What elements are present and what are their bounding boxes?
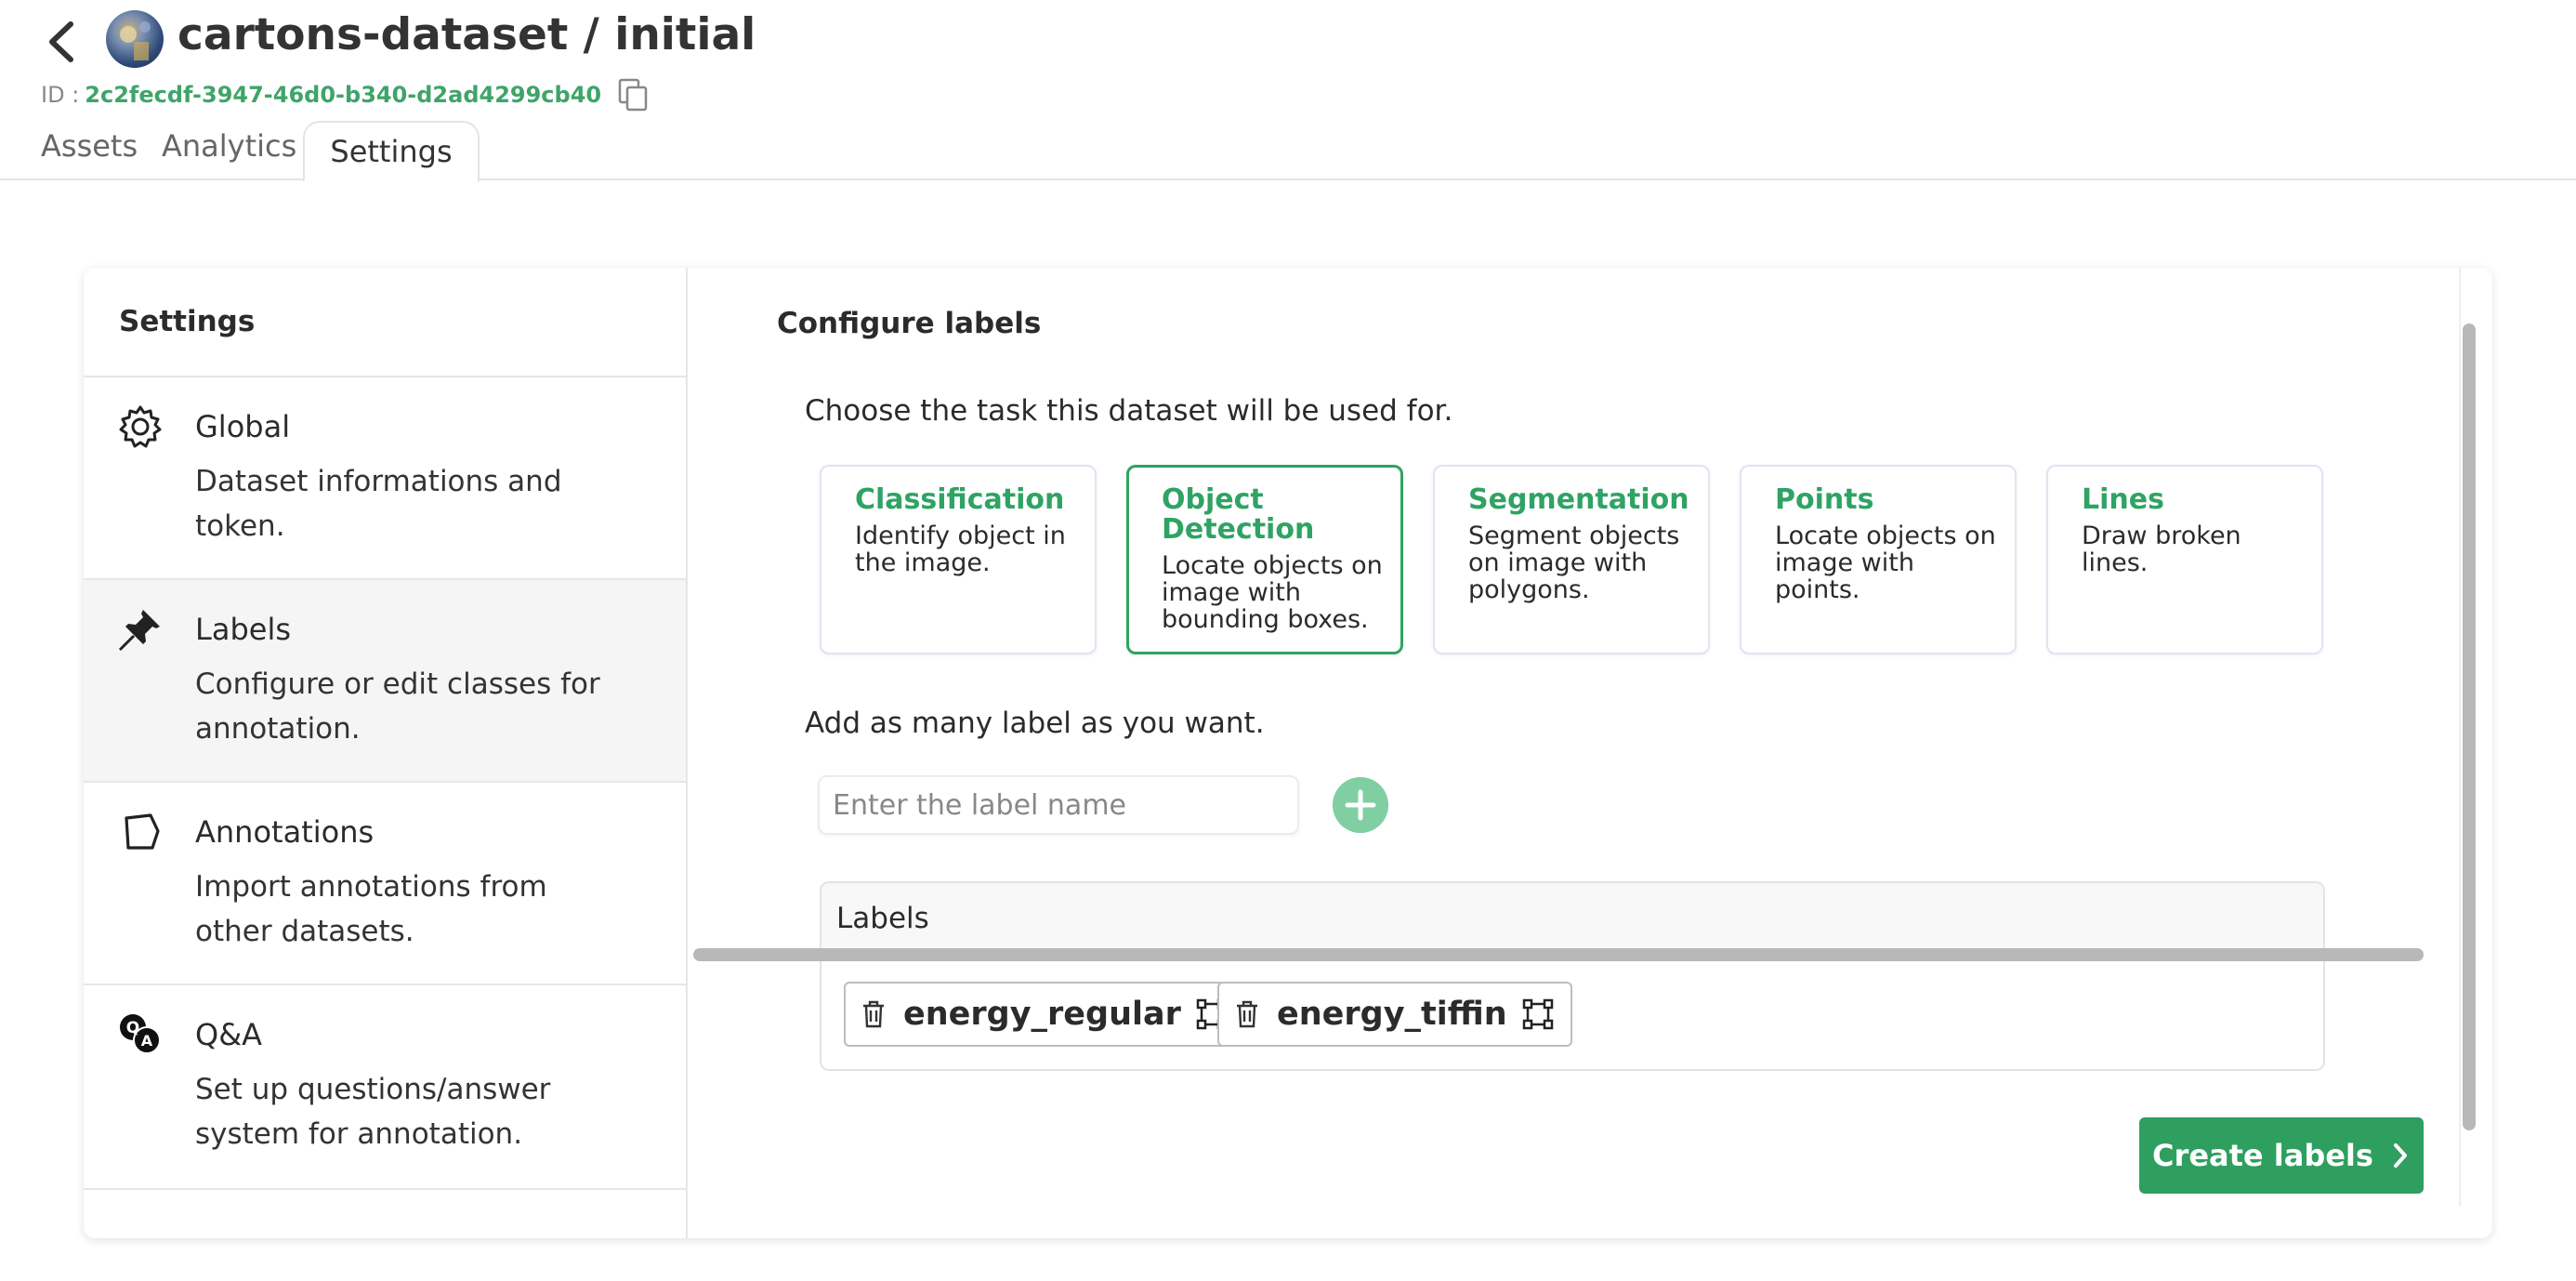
- settings-card: Settings Global Dataset informations and…: [84, 268, 2492, 1238]
- task-description: Identify object in the image.: [855, 522, 1066, 577]
- dataset-id-row: ID : 2c2fecdf-3947-46d0-b340-d2ad4299cb4…: [41, 78, 648, 112]
- sidebar-item-description: Set up questions/answer system for annot…: [195, 1073, 551, 1151]
- vertical-scrollbar[interactable]: [2463, 324, 2476, 1130]
- add-labels-text: Add as many label as you want.: [805, 707, 1265, 740]
- chevron-right-icon: [2393, 1143, 2407, 1168]
- task-card-lines[interactable]: Lines Draw broken lines.: [2046, 465, 2323, 654]
- add-label-button[interactable]: [1333, 777, 1388, 833]
- task-card-object-detection[interactable]: Object Detection Locate objects on image…: [1126, 465, 1403, 654]
- polygon-icon: [125, 813, 160, 850]
- task-card-points[interactable]: Points Locate objects on image with poin…: [1740, 465, 2017, 654]
- page-title: cartons-dataset / initial: [177, 9, 756, 60]
- task-description: Draw broken lines.: [2082, 522, 2241, 577]
- task-card-segmentation[interactable]: Segmentation Segment objects on image wi…: [1433, 465, 1710, 654]
- trash-icon[interactable]: [1234, 999, 1260, 1029]
- label-chip: energy_regular: [844, 982, 1246, 1047]
- task-description: Locate objects on image with bounding bo…: [1162, 551, 1383, 634]
- sidebar-item-label: Labels: [195, 612, 291, 647]
- create-labels-label: Create labels: [2152, 1138, 2373, 1173]
- id-label: ID :: [41, 82, 80, 108]
- task-name: Classification: [855, 483, 1065, 516]
- task-description: Locate objects on image with points.: [1775, 522, 1996, 604]
- sidebar-item-description: Dataset informations and token.: [195, 465, 562, 543]
- sidebar-item-qa[interactable]: Q A Q&A Set up questions/answer system f…: [84, 984, 686, 1190]
- labels-list-box: Labels energy_regular energy_tiffin: [820, 881, 2325, 1071]
- sidebar-item-description: Import annotations from other datasets.: [195, 870, 547, 948]
- task-name: Segmentation: [1468, 483, 1689, 516]
- label-name: energy_regular: [903, 996, 1181, 1033]
- label-chip: energy_tiffin: [1217, 982, 1572, 1047]
- tab-bar: Assets Analytics Settings: [0, 115, 2576, 182]
- sidebar-item-label: Global: [195, 409, 291, 444]
- task-card-classification[interactable]: Classification Identify object in the im…: [820, 465, 1097, 654]
- horizontal-scrollbar[interactable]: [693, 948, 2424, 961]
- dataset-id-value: 2c2fecdf-3947-46d0-b340-d2ad4299cb40: [85, 82, 602, 108]
- dataset-avatar: [106, 10, 164, 68]
- labels-config-panel: Configure labels Choose the task this da…: [688, 268, 2492, 1238]
- label-name-input[interactable]: [818, 775, 1299, 835]
- gear-icon: [119, 405, 162, 448]
- pin-icon: [118, 610, 160, 652]
- tab-assets[interactable]: Assets: [41, 128, 138, 164]
- task-name: Points: [1775, 483, 1874, 516]
- task-name: Lines: [2082, 483, 2164, 516]
- sidebar-item-labels[interactable]: Labels Configure or edit classes for ann…: [84, 578, 686, 783]
- back-arrow-icon[interactable]: [41, 17, 82, 67]
- copy-icon[interactable]: [618, 78, 648, 112]
- tab-analytics[interactable]: Analytics: [162, 128, 296, 164]
- labels-list-header: Labels: [821, 883, 2323, 957]
- settings-sidebar: Settings Global Dataset informations and…: [84, 268, 688, 1238]
- sidebar-item-annotations[interactable]: Annotations Import annotations from othe…: [84, 781, 686, 985]
- configure-labels-title: Configure labels: [777, 307, 1042, 340]
- bounding-box-icon: [1522, 998, 1553, 1030]
- task-name: Object Detection: [1162, 483, 1315, 546]
- tab-settings[interactable]: Settings: [303, 121, 480, 182]
- svg-text:A: A: [141, 1032, 153, 1050]
- sidebar-item-description: Configure or edit classes for annotation…: [195, 667, 600, 746]
- create-labels-button[interactable]: Create labels: [2139, 1117, 2424, 1194]
- qa-icon: Q A: [120, 1014, 161, 1054]
- sidebar-item-label: Annotations: [195, 814, 375, 850]
- sidebar-item-global[interactable]: Global Dataset informations and token.: [84, 376, 686, 580]
- trash-icon[interactable]: [861, 999, 887, 1029]
- label-name: energy_tiffin: [1277, 996, 1507, 1033]
- sidebar-title: Settings: [119, 305, 256, 338]
- task-description: Segment objects on image with polygons.: [1468, 522, 1680, 604]
- svg-text:Q: Q: [126, 1019, 139, 1037]
- sidebar-item-label: Q&A: [195, 1017, 263, 1052]
- choose-task-text: Choose the task this dataset will be use…: [805, 394, 1453, 428]
